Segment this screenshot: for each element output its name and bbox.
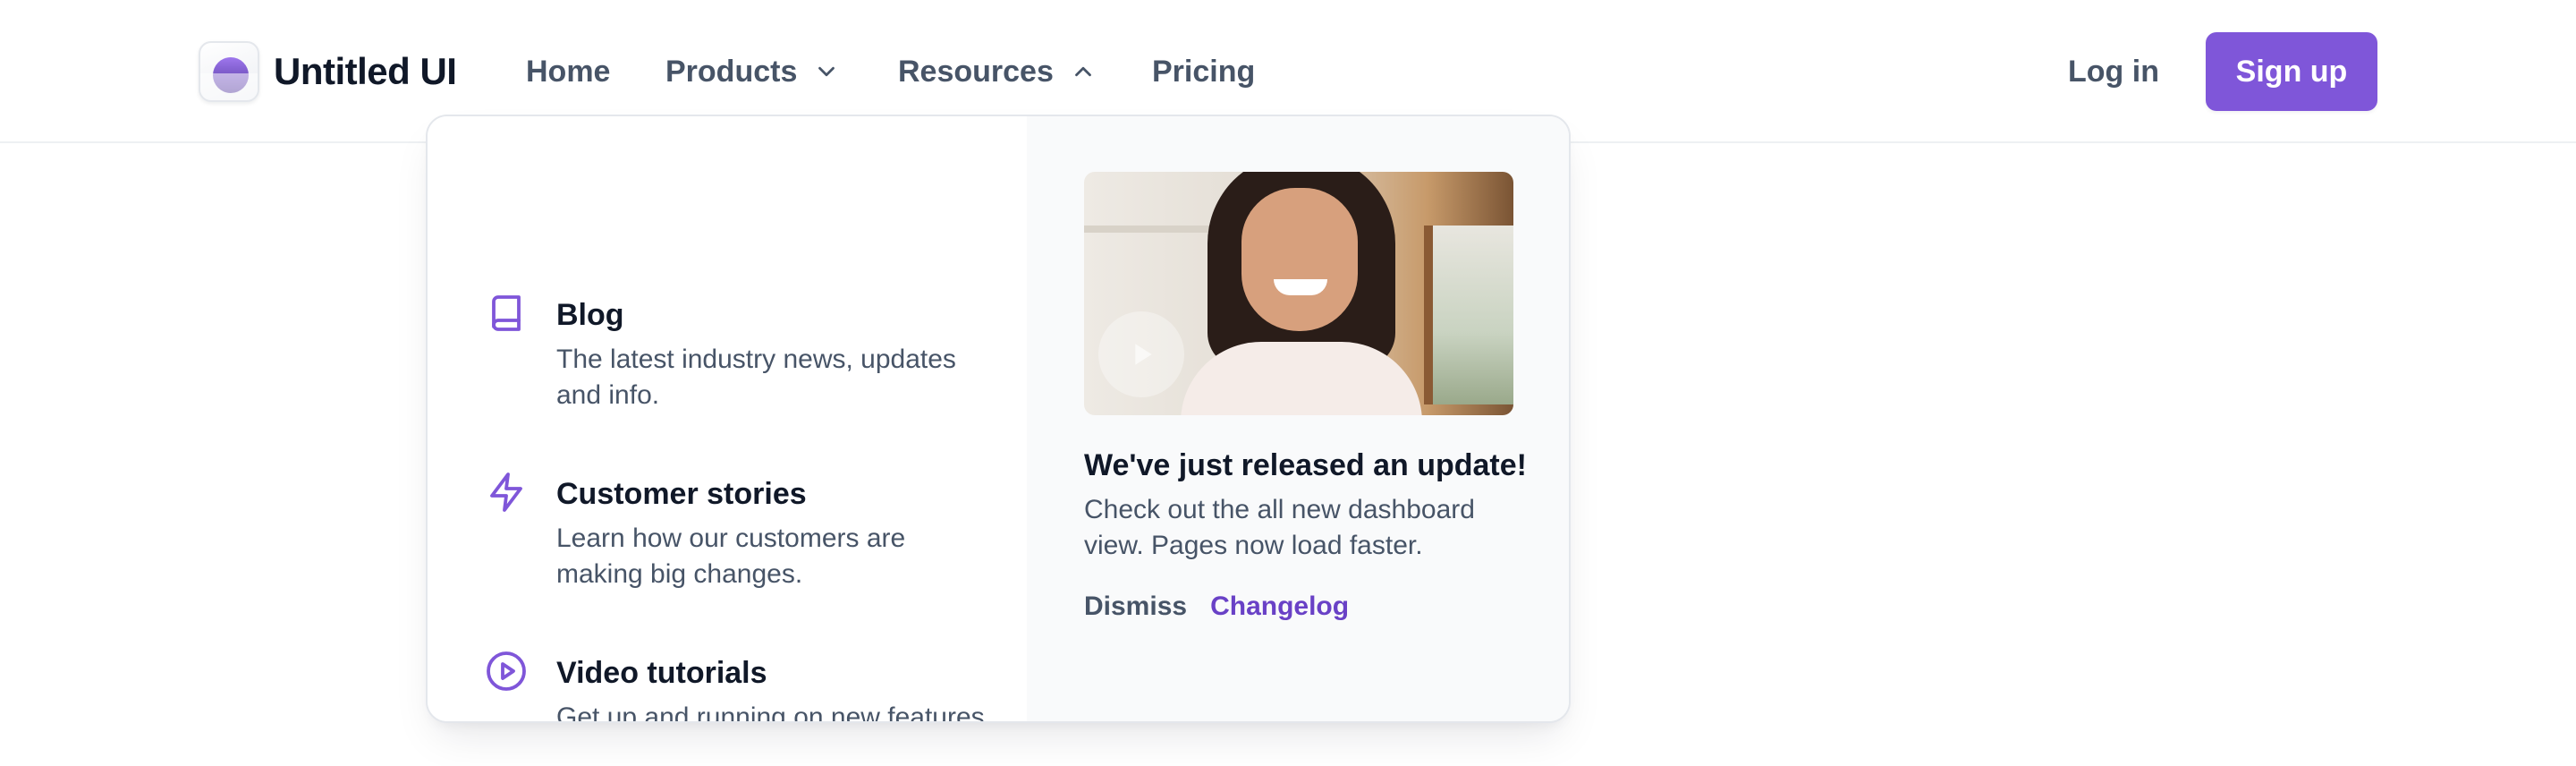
resources-links-panel: Blog The latest industry news, updates a…	[428, 116, 1027, 723]
menu-link-blog[interactable]: Blog The latest industry news, updates a…	[485, 292, 986, 417]
zap-icon	[490, 472, 522, 512]
promo-panel: We've just released an update! Check out…	[1027, 116, 1569, 721]
nav-item-label: Home	[526, 55, 611, 89]
nav-item-label: Resources	[898, 55, 1054, 89]
menu-link-title: Video tutorials	[556, 656, 767, 690]
play-button-icon[interactable]	[1098, 311, 1184, 397]
log-in-button[interactable]: Log in	[2068, 50, 2159, 93]
promo-actions: Dismiss Changelog	[1084, 589, 1349, 625]
sign-up-button[interactable]: Sign up	[2206, 32, 2377, 111]
brand-name: Untitled UI	[274, 50, 457, 92]
nav-item-pricing[interactable]: Pricing	[1152, 50, 1255, 93]
nav-item-label: Products	[665, 55, 798, 89]
resources-dropdown-menu: Blog The latest industry news, updates a…	[426, 115, 1571, 723]
menu-link-title: Customer stories	[556, 477, 807, 511]
promo-video-thumbnail[interactable]	[1084, 172, 1513, 415]
nav-item-home[interactable]: Home	[526, 50, 610, 93]
menu-link-description: Learn how our customers are making big c…	[556, 523, 906, 589]
chevron-up-icon	[1075, 66, 1091, 77]
menu-link-description: The latest industry news, updates and in…	[556, 345, 956, 410]
promo-title: We've just released an update!	[1084, 448, 1527, 482]
brand-logo[interactable]: Untitled UI	[199, 41, 457, 102]
changelog-link[interactable]: Changelog	[1210, 589, 1349, 625]
menu-link-title: Blog	[556, 298, 624, 332]
dismiss-button[interactable]: Dismiss	[1084, 589, 1187, 625]
book-icon	[492, 295, 521, 331]
untitled-ui-logo-icon	[199, 41, 259, 102]
promo-description: Check out the all new dashboard view. Pa…	[1084, 495, 1475, 560]
menu-link-video-tutorials[interactable]: Video tutorials Get up and running on ne…	[485, 650, 986, 723]
chevron-down-icon	[818, 66, 835, 77]
play-circle-icon	[487, 651, 526, 691]
nav-item-resources[interactable]: Resources	[898, 50, 1097, 93]
nav-item-label: Pricing	[1152, 55, 1256, 89]
menu-link-description: Get up and running on new features and t…	[556, 702, 985, 723]
menu-link-customer-stories[interactable]: Customer stories Learn how our customers…	[485, 471, 986, 596]
nav-item-products[interactable]: Products	[665, 50, 840, 93]
